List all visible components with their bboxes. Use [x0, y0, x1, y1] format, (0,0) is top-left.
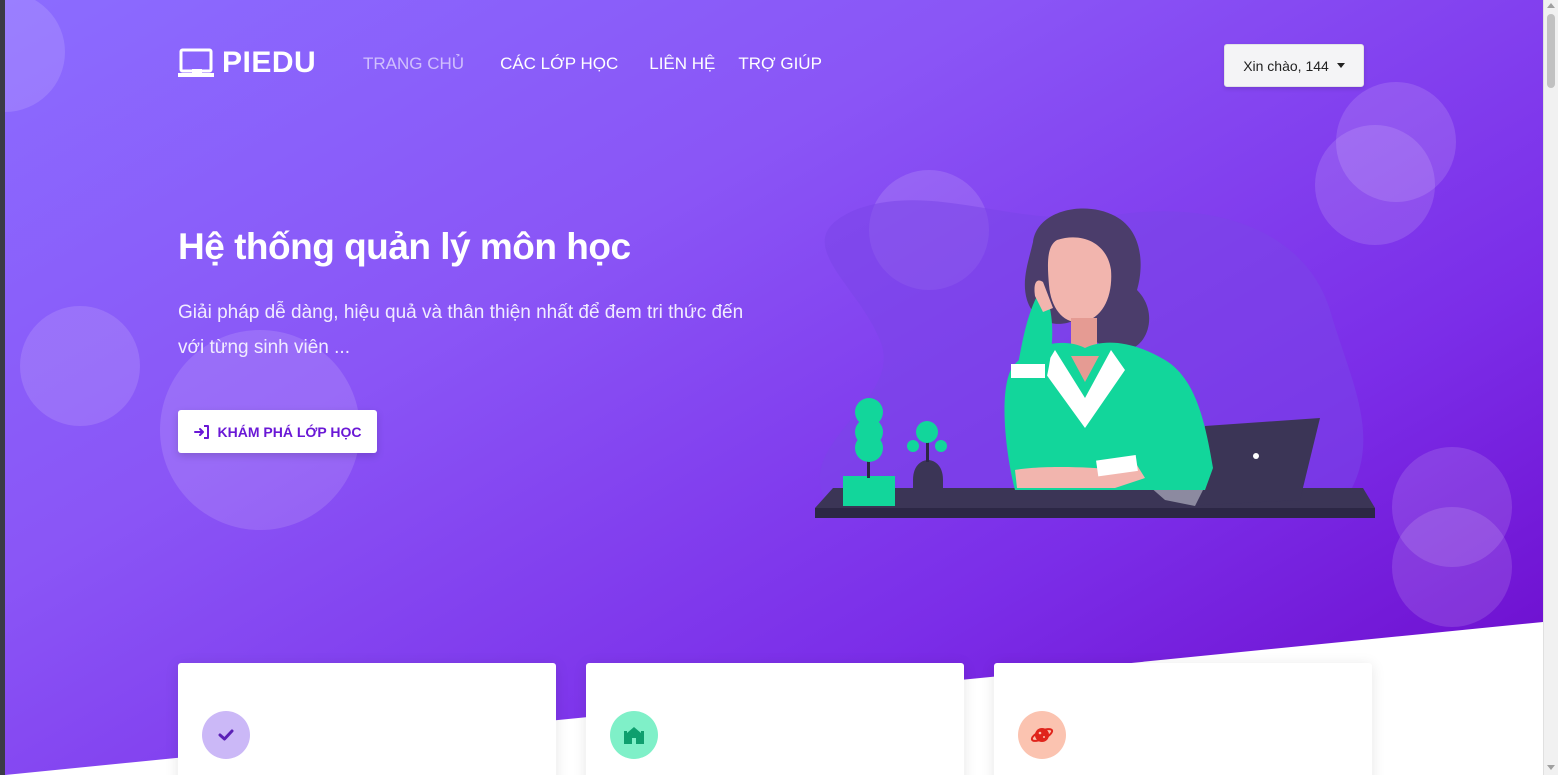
- hero-subtitle: Giải pháp dễ dàng, hiệu quả và thân thiệ…: [178, 302, 744, 358]
- nav-item-home[interactable]: TRANG CHỦ: [363, 54, 464, 74]
- planet-icon: [1030, 728, 1054, 742]
- feature-card: [586, 663, 964, 775]
- page: PIEDU TRANG CHỦ CÁC LỚP HỌC LIÊN HỆ TRỢ …: [0, 0, 1558, 775]
- explore-classes-label: KHÁM PHÁ LỚP HỌC: [217, 423, 362, 440]
- woman-at-desk-illustration: [815, 200, 1375, 518]
- feature-card: [994, 663, 1372, 775]
- feature-card: [178, 663, 556, 775]
- sign-in-icon: [193, 424, 209, 439]
- scroll-down-arrow-icon[interactable]: [1547, 765, 1555, 770]
- vertical-scrollbar[interactable]: [1543, 0, 1558, 775]
- laptop-icon: [178, 48, 214, 77]
- feature-icon-badge: [1018, 711, 1066, 759]
- decorative-bubble: [1392, 507, 1512, 627]
- scroll-up-arrow-icon[interactable]: [1547, 3, 1555, 8]
- brand-logo[interactable]: PIEDU: [178, 46, 316, 80]
- hero-section: PIEDU TRANG CHỦ CÁC LỚP HỌC LIÊN HỆ TRỢ …: [5, 0, 1543, 775]
- feature-icon-badge: [610, 711, 658, 759]
- scrollbar-thumb[interactable]: [1547, 14, 1555, 88]
- caret-down-icon: [1336, 63, 1345, 68]
- hero-title: Hệ thống quản lý môn học: [178, 226, 631, 267]
- user-menu-button[interactable]: Xin chào, 144: [1224, 44, 1364, 87]
- school-icon: [624, 727, 644, 744]
- feature-icon-badge: [202, 711, 250, 759]
- nav-item-classes[interactable]: CÁC LỚP HỌC: [500, 54, 618, 74]
- explore-classes-button[interactable]: KHÁM PHÁ LỚP HỌC: [178, 410, 377, 453]
- user-greeting: Xin chào, 144: [1243, 57, 1329, 74]
- check-icon: [218, 729, 234, 741]
- nav-item-contact[interactable]: LIÊN HỆ: [649, 54, 715, 74]
- main-nav: TRANG CHỦ CÁC LỚP HỌC LIÊN HỆ TRỢ GIÚP: [363, 54, 822, 74]
- brand-name: PIEDU: [222, 46, 317, 79]
- nav-item-help[interactable]: TRỢ GIÚP: [738, 54, 822, 74]
- decorative-bubble: [20, 306, 140, 426]
